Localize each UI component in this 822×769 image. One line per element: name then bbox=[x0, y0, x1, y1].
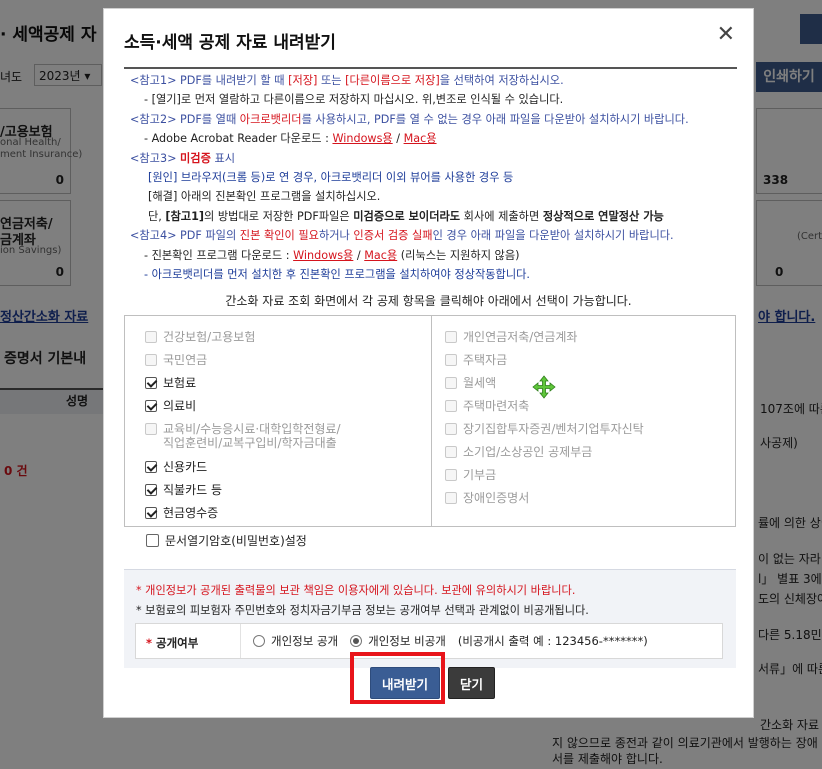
checkbox[interactable] bbox=[445, 377, 457, 389]
checkbox[interactable] bbox=[145, 377, 157, 389]
item-debit-card[interactable]: 직불카드 등 bbox=[145, 483, 222, 497]
checkbox[interactable] bbox=[445, 331, 457, 343]
move-cursor-icon bbox=[532, 375, 556, 399]
note-4: <참고4> PDF 파일의 진본 확인이 필요하거나 인증서 검증 실패인 경우… bbox=[130, 229, 674, 243]
verify-windows-link[interactable]: Windows용 bbox=[293, 249, 353, 262]
private-example: (비공개시 출력 예 : 123456-*******) bbox=[457, 634, 648, 648]
note-1-sub: - [열기]로 먼저 열람하고 다른이름으로 저장하지 마십시오. 위,변조로 … bbox=[144, 93, 564, 107]
item-education[interactable]: 교육비/수능응시료·대학입학전형료/직업훈련비/교복구입비/학자금대출 bbox=[145, 422, 341, 450]
acrobat-mac-link[interactable]: Mac용 bbox=[404, 132, 437, 145]
checkbox[interactable] bbox=[145, 507, 157, 519]
password-checkbox[interactable] bbox=[146, 534, 159, 547]
item-credit-card[interactable]: 신용카드 bbox=[145, 460, 207, 474]
checkbox[interactable] bbox=[145, 423, 157, 435]
deduction-items-panel: 건강보험/고용보험 국민연금 보험료 의료비 교육비/수능응시료·대학입학전형료… bbox=[124, 315, 736, 527]
checkbox[interactable] bbox=[145, 331, 157, 343]
close-icon[interactable]: ✕ bbox=[717, 24, 735, 46]
item-national-pension[interactable]: 국민연금 bbox=[145, 353, 207, 367]
checkbox[interactable] bbox=[145, 354, 157, 366]
item-cash-receipt[interactable]: 현금영수증 bbox=[145, 506, 218, 520]
checkbox[interactable] bbox=[445, 492, 457, 504]
verify-mac-link[interactable]: Mac용 bbox=[364, 249, 397, 262]
item-insurance[interactable]: 보험료 bbox=[145, 376, 196, 390]
disclosure-label: * 공개여부 bbox=[146, 636, 199, 650]
selection-guide: 간소화 자료 조회 화면에서 각 공제 항목을 클릭해야 아래에서 선택이 가능… bbox=[225, 294, 632, 308]
note-1: <참고1> PDF를 내려받기 할 때 [저장] 또는 [다른이름으로 저장]을… bbox=[130, 74, 564, 87]
item-donation[interactable]: 기부금 bbox=[445, 468, 496, 482]
radio-public-input[interactable] bbox=[253, 635, 265, 647]
checkbox[interactable] bbox=[445, 423, 457, 435]
checkbox[interactable] bbox=[445, 400, 457, 412]
checkbox[interactable] bbox=[445, 469, 457, 481]
download-highlight-box bbox=[350, 652, 445, 704]
item-disability-cert[interactable]: 장애인증명서 bbox=[445, 491, 529, 505]
password-label: 문서열기암호(비밀번호)설정 bbox=[165, 534, 307, 548]
item-housing-savings[interactable]: 주택마련저축 bbox=[445, 399, 529, 413]
password-option[interactable]: 문서열기암호(비밀번호)설정 bbox=[146, 532, 307, 549]
left-items: 건강보험/고용보험 국민연금 보험료 의료비 교육비/수능응시료·대학입학전형료… bbox=[125, 316, 432, 526]
item-housing-fund[interactable]: 주택자금 bbox=[445, 353, 507, 367]
download-dialog: 소득·세액 공제 자료 내려받기 ✕ <참고1> PDF를 내려받기 할 때 [… bbox=[103, 8, 754, 718]
item-long-term-investment[interactable]: 장기집합투자증권/벤처기업투자신탁 bbox=[445, 422, 644, 436]
checkbox[interactable] bbox=[445, 446, 457, 458]
privacy-warning: * 개인정보가 공개된 출력물의 보관 책임은 이용자에게 있습니다. 보관에 … bbox=[136, 584, 576, 597]
checkbox[interactable] bbox=[145, 461, 157, 473]
notes: <참고1> PDF를 내려받기 할 때 [저장] 또는 [다른이름으로 저장]을… bbox=[130, 71, 740, 284]
item-health-insurance[interactable]: 건강보험/고용보험 bbox=[145, 330, 255, 344]
note-2: <참고2> PDF를 열때 아크로뱃리더를 사용하시고, PDF를 열 수 없는… bbox=[130, 112, 689, 126]
checkbox[interactable] bbox=[145, 400, 157, 412]
privacy-note: * 보험료의 피보험자 주민번호와 정치자금기부금 정보는 공개여부 선택과 관… bbox=[136, 604, 589, 617]
checkbox[interactable] bbox=[445, 354, 457, 366]
note-2-sub: - Adobe Acrobat Reader 다운로드 : Windows용 /… bbox=[144, 132, 437, 146]
note-3-fix: [해결] 아래의 진본확인 프로그램을 설치하십시오. bbox=[148, 190, 381, 204]
item-monthly-rent[interactable]: 월세액 bbox=[445, 376, 496, 390]
acrobat-windows-link[interactable]: Windows용 bbox=[332, 132, 392, 145]
note-3-cause: [원인] 브라우저(크롬 등)로 연 경우, 아크로뱃리더 이외 뷰어를 사용한… bbox=[148, 171, 514, 185]
radio-private[interactable]: 개인정보 비공개 bbox=[350, 633, 446, 649]
item-personal-pension[interactable]: 개인연금저축/연금계좌 bbox=[445, 330, 577, 344]
item-small-business[interactable]: 소기업/소상공인 공제부금 bbox=[445, 445, 592, 459]
note-4-sub2: - 아크로뱃리더를 먼저 설치한 후 진본확인 프로그램을 설치하여야 정상작동… bbox=[144, 268, 530, 282]
dialog-title: 소득·세액 공제 자료 내려받기 bbox=[124, 33, 336, 53]
right-items: 개인연금저축/연금계좌 주택자금 월세액 주택마련저축 장기집합투자증권/벤처기… bbox=[431, 316, 737, 526]
dialog-header: 소득·세액 공제 자료 내려받기 ✕ bbox=[124, 9, 737, 69]
note-3: <참고3> 미검증 표시 bbox=[130, 151, 236, 165]
note-4-sub: - 진본확인 프로그램 다운로드 : Windows용 / Mac용 (리눅스는… bbox=[144, 248, 520, 262]
close-button[interactable]: 닫기 bbox=[448, 667, 495, 699]
note-3-save: 단, [참고1]의 방법대로 저장한 PDF파일은 미검증으로 보이더라도 회사… bbox=[148, 209, 664, 223]
checkbox[interactable] bbox=[145, 484, 157, 496]
item-medical[interactable]: 의료비 bbox=[145, 399, 196, 413]
radio-public[interactable]: 개인정보 공개 bbox=[253, 633, 338, 649]
radio-private-input[interactable] bbox=[350, 635, 363, 647]
